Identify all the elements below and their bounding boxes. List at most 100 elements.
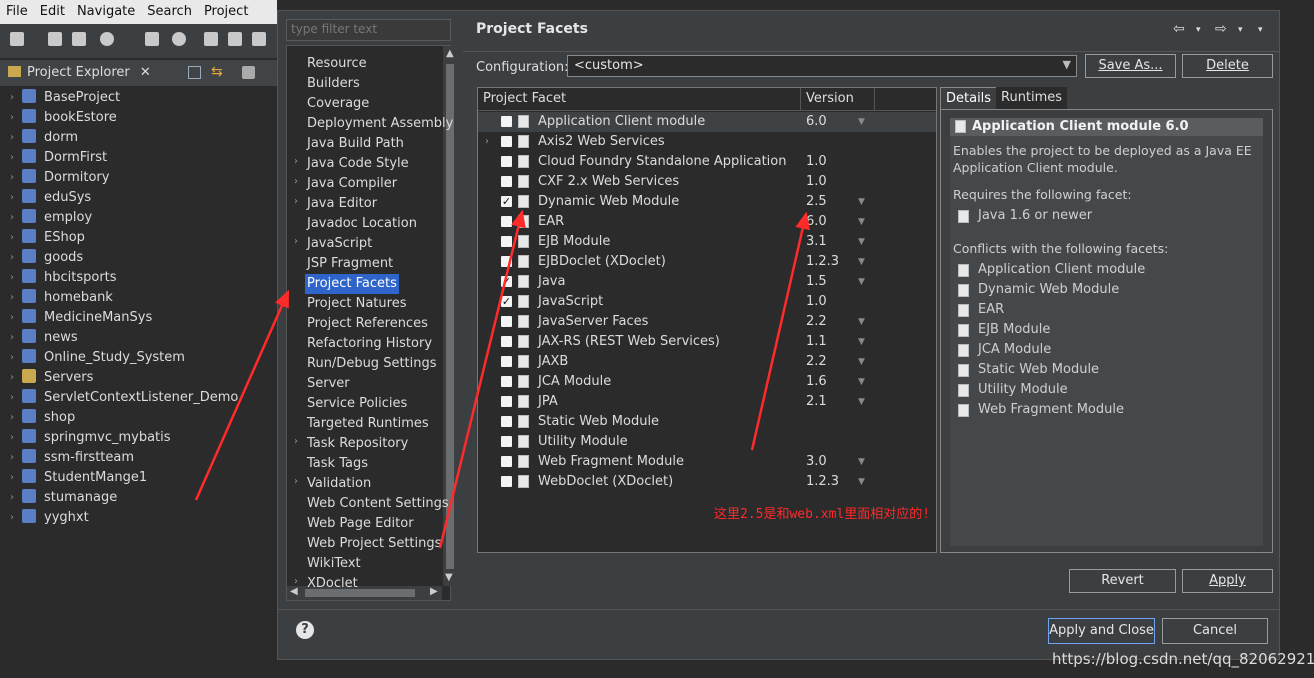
scroll-right-icon[interactable]: ▶ — [430, 586, 438, 597]
expand-icon[interactable]: › — [10, 408, 14, 428]
expand-icon[interactable]: › — [10, 448, 14, 468]
expand-icon[interactable]: › — [10, 388, 14, 408]
expand-icon[interactable]: › — [294, 436, 298, 447]
expand-icon[interactable]: › — [294, 156, 298, 167]
facet-row[interactable]: CXF 2.x Web Services 1.0 — [478, 172, 936, 192]
expand-icon[interactable]: › — [10, 148, 14, 168]
tree-item[interactable]: Refactoring History — [307, 334, 432, 354]
project-item[interactable]: › employ — [8, 208, 92, 228]
chevron-down-icon[interactable]: ▼ — [858, 272, 865, 292]
project-item[interactable]: › yyghxt — [8, 508, 89, 528]
facet-row[interactable]: JavaServer Faces 2.2 ▼ — [478, 312, 936, 332]
terminate-icon[interactable] — [252, 32, 266, 46]
expand-icon[interactable]: › — [10, 308, 14, 328]
tab-details[interactable]: Details — [940, 87, 998, 110]
expand-icon[interactable]: › — [10, 168, 14, 188]
facet-checkbox[interactable]: ✓ — [501, 296, 512, 307]
facet-checkbox[interactable] — [501, 136, 512, 147]
tree-item[interactable]: Project References — [307, 314, 428, 334]
chevron-down-icon[interactable]: ▼ — [858, 392, 865, 412]
expand-icon[interactable]: › — [10, 348, 14, 368]
facet-row[interactable]: › Axis2 Web Services — [478, 132, 936, 152]
tree-item[interactable]: Resource — [307, 54, 367, 74]
facet-version[interactable]: 1.2.3 — [806, 252, 839, 272]
save-icon[interactable] — [48, 32, 62, 46]
facet-checkbox[interactable] — [501, 116, 512, 127]
facet-version[interactable]: 3.1 — [806, 232, 827, 252]
apply-and-close-button[interactable]: Apply and Close — [1048, 618, 1155, 644]
facet-row[interactable]: JCA Module 1.6 ▼ — [478, 372, 936, 392]
chevron-down-icon[interactable]: ▼ — [858, 112, 865, 132]
configuration-combo[interactable]: <custom> ▼ — [567, 55, 1077, 77]
expand-icon[interactable]: › — [294, 196, 298, 207]
chevron-down-icon[interactable]: ▼ — [858, 192, 865, 212]
filter-input[interactable]: type filter text — [286, 19, 451, 41]
project-item[interactable]: › homebank — [8, 288, 113, 308]
expand-icon[interactable]: › — [294, 476, 298, 487]
facet-checkbox[interactable] — [501, 236, 512, 247]
project-explorer-tab[interactable]: Project Explorer ✕ ⇆ — [0, 60, 277, 86]
facet-row[interactable]: WebDoclet (XDoclet) 1.2.3 ▼ — [478, 472, 936, 492]
project-item[interactable]: › news — [8, 328, 78, 348]
back-menu-icon[interactable]: ▾ — [1196, 25, 1201, 35]
resume-icon[interactable] — [204, 32, 218, 46]
expand-icon[interactable]: › — [485, 132, 489, 152]
facet-checkbox[interactable] — [501, 356, 512, 367]
project-item[interactable]: › MedicineManSys — [8, 308, 152, 328]
facet-row[interactable]: Cloud Foundry Standalone Application 1.0 — [478, 152, 936, 172]
facet-checkbox[interactable] — [501, 376, 512, 387]
facet-checkbox[interactable] — [501, 156, 512, 167]
facet-row[interactable]: JAX-RS (REST Web Services) 1.1 ▼ — [478, 332, 936, 352]
expand-icon[interactable]: › — [294, 236, 298, 247]
facet-version[interactable]: 6.0 — [806, 212, 827, 232]
tree-item[interactable]: Web Project Settings — [307, 534, 441, 554]
back-icon[interactable]: ⇦ — [1173, 21, 1185, 37]
tree-item[interactable]: Java Build Path — [307, 134, 404, 154]
project-item[interactable]: › BaseProject — [8, 88, 120, 108]
expand-icon[interactable]: › — [10, 368, 14, 388]
tree-item[interactable]: Service Policies — [307, 394, 407, 414]
expand-icon[interactable]: › — [10, 108, 14, 128]
facet-checkbox[interactable] — [501, 476, 512, 487]
tree-item[interactable]: Task Tags — [307, 454, 368, 474]
chevron-down-icon[interactable]: ▼ — [858, 452, 865, 472]
project-item[interactable]: › Online_Study_System — [8, 348, 185, 368]
chevron-down-icon[interactable]: ▼ — [858, 312, 865, 332]
project-item[interactable]: › ServletContextListener_Demo — [8, 388, 238, 408]
expand-icon[interactable]: › — [10, 288, 14, 308]
expand-icon[interactable]: › — [10, 188, 14, 208]
revert-button[interactable]: Revert — [1069, 569, 1176, 593]
tree-item[interactable]: Coverage — [307, 94, 369, 114]
expand-icon[interactable]: › — [10, 88, 14, 108]
delete-button[interactable]: Delete — [1182, 54, 1273, 78]
facet-checkbox[interactable] — [501, 436, 512, 447]
skip-breakpoints-icon[interactable] — [172, 32, 186, 46]
expand-icon[interactable]: › — [294, 176, 298, 187]
facet-row[interactable]: EJB Module 3.1 ▼ — [478, 232, 936, 252]
facet-row[interactable]: JAXB 2.2 ▼ — [478, 352, 936, 372]
facet-version[interactable]: 2.2 — [806, 352, 827, 372]
menu-file[interactable]: File — [0, 0, 34, 19]
facet-row[interactable]: EAR 6.0 ▼ — [478, 212, 936, 232]
console-icon[interactable] — [145, 32, 159, 46]
facet-version[interactable]: 1.1 — [806, 332, 827, 352]
chevron-down-icon[interactable]: ▼ — [858, 332, 865, 352]
tree-item[interactable]: Run/Debug Settings — [307, 354, 437, 374]
expand-icon[interactable]: › — [10, 228, 14, 248]
menu-search[interactable]: Search — [141, 0, 198, 19]
facet-version[interactable]: 1.0 — [806, 172, 827, 192]
project-item[interactable]: › hbcitsports — [8, 268, 117, 288]
project-item[interactable]: › stumanage — [8, 488, 117, 508]
chevron-down-icon[interactable]: ▼ — [858, 352, 865, 372]
tree-item[interactable]: WikiText — [307, 554, 361, 574]
chevron-down-icon[interactable]: ▼ — [858, 212, 865, 232]
facet-row[interactable]: Application Client module 6.0 ▼ — [478, 112, 936, 132]
tree-item[interactable]: Java Editor — [307, 194, 377, 214]
project-item[interactable]: › eduSys — [8, 188, 91, 208]
new-icon[interactable] — [10, 32, 24, 46]
expand-icon[interactable]: › — [10, 268, 14, 288]
close-icon[interactable]: ✕ — [140, 65, 151, 80]
facet-row[interactable]: EJBDoclet (XDoclet) 1.2.3 ▼ — [478, 252, 936, 272]
facet-version[interactable]: 1.6 — [806, 372, 827, 392]
facet-row[interactable]: Web Fragment Module 3.0 ▼ — [478, 452, 936, 472]
